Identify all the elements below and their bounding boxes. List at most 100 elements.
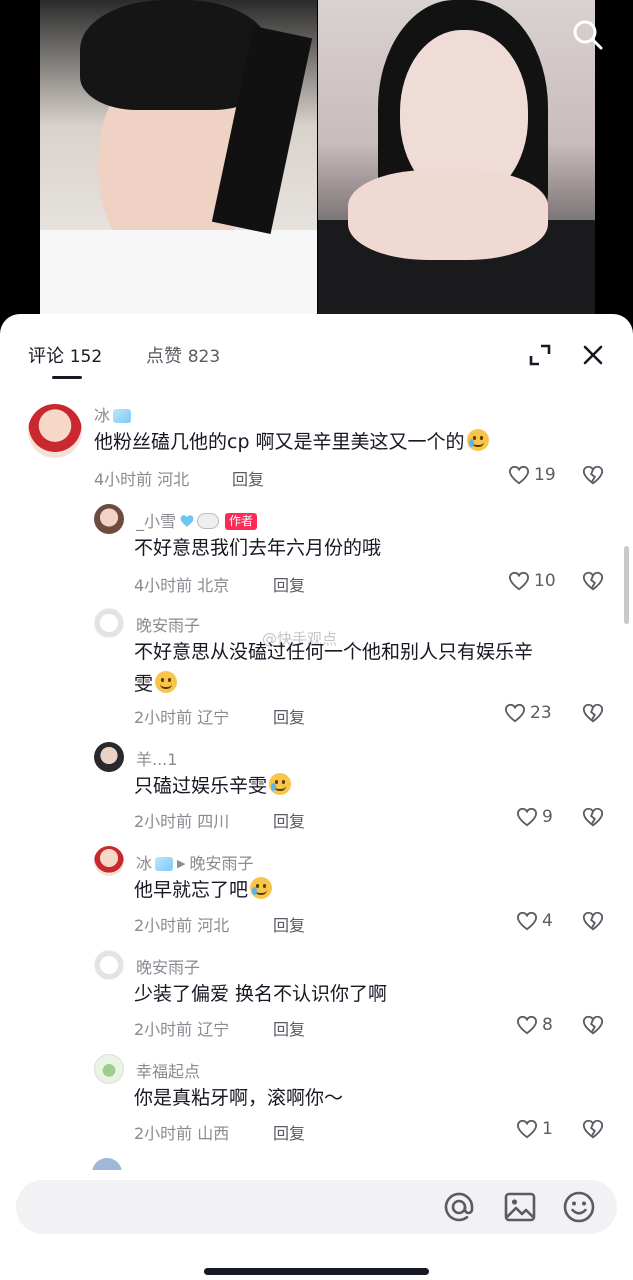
comment-username[interactable]: 幸福起点 [136, 1058, 200, 1082]
comment-meta: 2小时前 四川 [134, 812, 230, 831]
dislike-icon[interactable] [582, 464, 604, 486]
crying-laugh-emoji-icon [269, 773, 292, 795]
reply-item: 晚安雨子 少装了偏爱 换名不认识你了啊 2小时前 辽宁 回复 8 [0, 950, 633, 1046]
like-count: 23 [530, 703, 552, 723]
dislike-icon[interactable] [582, 570, 604, 592]
avatar[interactable] [94, 950, 124, 980]
comment-username[interactable]: 羊...1 [136, 746, 177, 770]
comment-meta: 4小时前 北京 [134, 576, 230, 595]
comment-meta: 2小时前 辽宁 [134, 708, 230, 727]
comment-text[interactable]: 不好意思我们去年六月份的哦 [134, 532, 381, 564]
tab-comments-count: 152 [69, 347, 103, 367]
like-button[interactable]: 4 [516, 909, 553, 933]
sheep-icon [197, 513, 220, 529]
like-button[interactable]: 10 [508, 569, 556, 593]
close-icon[interactable] [580, 342, 606, 368]
reply-button[interactable]: 回复 [273, 1120, 305, 1144]
comment-text[interactable]: 他早就忘了吧 [134, 874, 273, 906]
dislike-icon[interactable] [582, 1014, 604, 1036]
comment-item: 冰 他粉丝磕几他的cp 啊又是辛里美这又一个的 4小时前 河北 回复 19 [0, 400, 633, 496]
avatar[interactable] [94, 846, 124, 876]
like-button[interactable]: 19 [508, 463, 556, 487]
home-indicator[interactable] [204, 1268, 429, 1275]
emoji-icon[interactable] [562, 1190, 596, 1224]
comment-meta: 2小时前 河北 [134, 916, 230, 935]
image-icon[interactable] [503, 1190, 537, 1224]
heart-icon [516, 1015, 538, 1035]
reply-item: 冰 ▶ 晚安雨子 他早就忘了吧 2小时前 河北 回复 4 [0, 846, 633, 942]
ice-cube-icon [113, 409, 132, 423]
like-button[interactable]: 8 [516, 1013, 553, 1037]
sweat-laugh-emoji-icon [466, 429, 489, 451]
reply-item: _小雪 作者 不好意思我们去年六月份的哦 4小时前 北京 回复 10 [0, 504, 633, 600]
reply-button[interactable]: 回复 [273, 704, 305, 728]
heart-icon [516, 911, 538, 931]
like-button[interactable]: 23 [504, 701, 552, 725]
tab-comments-label: 评论 [28, 346, 64, 367]
avatar[interactable] [94, 608, 124, 638]
comment-input[interactable] [16, 1180, 617, 1234]
comment-sheet: 评论 152 点赞 823 @快手观点 冰 他粉丝磕几他的cp 啊又是辛里美这又… [0, 314, 633, 1280]
tab-comments[interactable]: 评论 152 [28, 342, 102, 368]
like-count: 10 [534, 571, 556, 591]
ice-cube-icon [155, 857, 174, 871]
tab-likes-count: 823 [187, 347, 221, 367]
next-comment-avatar-partial [92, 1158, 126, 1170]
heart-icon [508, 465, 530, 485]
comment-username[interactable]: 晚安雨子 [136, 612, 200, 636]
left-stream-feed [40, 0, 317, 316]
comment-username[interactable]: 冰 ▶ 晚安雨子 [136, 850, 254, 874]
comment-meta: 4小时前 河北 [94, 470, 190, 489]
like-count: 9 [542, 807, 553, 827]
reply-button[interactable]: 回复 [273, 912, 305, 936]
comment-username[interactable]: _小雪 作者 [136, 508, 258, 532]
like-count: 19 [534, 465, 556, 485]
like-button[interactable]: 9 [516, 805, 553, 829]
like-count: 8 [542, 1015, 553, 1035]
reply-to-username[interactable]: 晚安雨子 [189, 854, 253, 873]
right-stream-feed [318, 0, 595, 316]
crying-laugh-emoji-icon [250, 877, 273, 899]
reply-arrow-icon: ▶ [177, 857, 186, 870]
comment-username[interactable]: 冰 [94, 402, 132, 426]
dislike-icon[interactable] [582, 1118, 604, 1140]
reply-item: 幸福起点 你是真粘牙啊，滚啊你～ 2小时前 山西 回复 1 [0, 1054, 633, 1150]
search-icon[interactable] [570, 17, 606, 53]
grin-emoji-icon [155, 671, 178, 693]
like-button[interactable]: 1 [516, 1117, 553, 1141]
dislike-icon[interactable] [582, 806, 604, 828]
blue-heart-icon [180, 515, 194, 527]
tab-likes[interactable]: 点赞 823 [146, 342, 220, 368]
comment-tabs: 评论 152 点赞 823 [0, 314, 633, 394]
heart-icon [504, 703, 526, 723]
like-count: 1 [542, 1119, 553, 1139]
dislike-icon[interactable] [582, 910, 604, 932]
avatar[interactable] [28, 404, 82, 458]
like-count: 4 [542, 911, 553, 931]
comment-username[interactable]: 晚安雨子 [136, 954, 200, 978]
live-video-area[interactable] [0, 0, 633, 330]
reply-item: 羊...1 只磕过娱乐辛雯 2小时前 四川 回复 9 [0, 742, 633, 838]
reply-button[interactable]: 回复 [273, 1016, 305, 1040]
comment-text[interactable]: 他粉丝磕几他的cp 啊又是辛里美这又一个的 [94, 426, 489, 458]
heart-icon [508, 571, 530, 591]
reply-button[interactable]: 回复 [232, 466, 264, 490]
reply-button[interactable]: 回复 [273, 572, 305, 596]
at-icon[interactable] [442, 1190, 476, 1224]
comment-meta: 2小时前 辽宁 [134, 1020, 230, 1039]
avatar[interactable] [94, 504, 124, 534]
reply-button[interactable]: 回复 [273, 808, 305, 832]
heart-icon [516, 807, 538, 827]
comment-text[interactable]: 你是真粘牙啊，滚啊你～ [134, 1082, 343, 1114]
heart-icon [516, 1119, 538, 1139]
comment-text[interactable]: 少装了偏爱 换名不认识你了啊 [134, 978, 387, 1010]
dislike-icon[interactable] [582, 702, 604, 724]
comment-text[interactable]: 不好意思从没磕过任何一个他和别人只有娱乐辛 雯 [134, 636, 533, 700]
active-tab-indicator [52, 376, 82, 379]
avatar[interactable] [94, 1054, 124, 1084]
author-badge: 作者 [225, 513, 258, 530]
expand-icon[interactable] [527, 342, 553, 368]
avatar[interactable] [94, 742, 124, 772]
comment-text[interactable]: 只磕过娱乐辛雯 [134, 770, 292, 802]
tab-likes-label: 点赞 [146, 346, 182, 367]
